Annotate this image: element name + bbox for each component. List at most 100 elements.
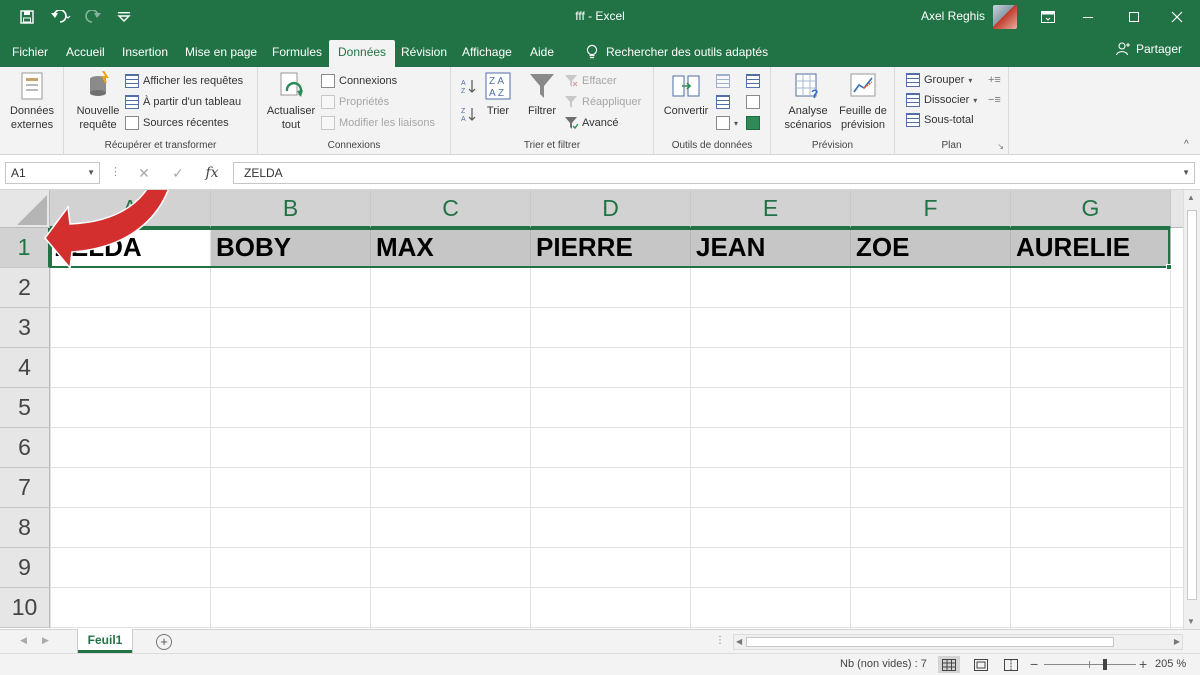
row-header[interactable]: 3 [0, 308, 50, 348]
page-break-view-button[interactable] [1000, 656, 1022, 673]
column-header-c[interactable]: C [371, 190, 531, 228]
column-header-b[interactable]: B [211, 190, 371, 228]
group-button[interactable]: Grouper ▾ [906, 71, 972, 89]
flash-fill-icon[interactable] [716, 72, 730, 90]
save-icon[interactable] [14, 5, 40, 29]
column-header-h[interactable] [1171, 190, 1183, 228]
close-icon[interactable] [1154, 0, 1200, 34]
sheet-tab-feuil1[interactable]: Feuil1 [78, 629, 132, 653]
relationships-icon[interactable] [746, 93, 760, 111]
confirm-formula-icon[interactable]: ✓ [164, 162, 192, 184]
column-header-d[interactable]: D [531, 190, 691, 228]
prev-sheet-icon[interactable]: ◀ [20, 635, 27, 646]
add-sheet-icon[interactable]: + [156, 634, 172, 650]
row-header[interactable]: 1 [0, 228, 50, 268]
connections-button[interactable]: Connexions [321, 72, 397, 90]
tab-split-handle-icon[interactable]: ⋮ [715, 635, 725, 646]
insert-function-icon[interactable]: fx [198, 162, 226, 184]
tab-revision[interactable]: Révision [392, 40, 456, 67]
tab-donnees[interactable]: Données [329, 40, 396, 67]
from-table-button[interactable]: À partir d'un tableau [125, 93, 241, 111]
edit-links-button[interactable]: Modifier les liaisons [321, 114, 435, 132]
row-header[interactable]: 4 [0, 348, 50, 388]
reapply-button[interactable]: Réappliquer [564, 93, 641, 111]
outline-dialog-launcher-icon[interactable]: ↘ [997, 142, 1004, 151]
refresh-all-button[interactable]: Actualiser tout [264, 71, 318, 132]
external-data-button[interactable]: Données externes [6, 71, 58, 132]
row-header[interactable]: 7 [0, 468, 50, 508]
fill-handle[interactable] [1166, 264, 1172, 270]
advanced-filter-button[interactable]: Avancé [564, 114, 619, 132]
row-header[interactable]: 5 [0, 388, 50, 428]
text-to-columns-button[interactable]: Convertir [662, 71, 710, 118]
column-header-g[interactable]: G [1011, 190, 1171, 228]
row-header[interactable]: 2 [0, 268, 50, 308]
data-validation-icon[interactable]: ▾ [716, 114, 738, 132]
share-button[interactable]: Partager [1115, 42, 1182, 56]
expand-formula-bar-icon[interactable]: ▼ [1182, 163, 1190, 183]
scroll-right-icon[interactable]: ▶ [1174, 637, 1180, 646]
tab-mise-en-page[interactable]: Mise en page [176, 40, 266, 67]
minimize-icon[interactable] [1065, 0, 1111, 34]
page-layout-view-button[interactable] [970, 656, 992, 673]
empty-cells[interactable] [50, 268, 1183, 629]
zoom-in-icon[interactable]: + [1139, 656, 1147, 672]
forecast-sheet-button[interactable]: Feuille de prévision [835, 71, 891, 132]
tab-insertion[interactable]: Insertion [113, 40, 177, 67]
scroll-down-icon[interactable]: ▼ [1187, 617, 1195, 626]
show-queries-button[interactable]: Afficher les requêtes [125, 72, 243, 90]
maximize-icon[interactable] [1111, 0, 1157, 34]
cell-d1[interactable]: PIERRE [531, 228, 691, 268]
tab-accueil[interactable]: Accueil [57, 40, 114, 67]
vertical-scrollbar[interactable]: ▲ ▼ [1183, 190, 1200, 629]
new-query-button[interactable]: Nouvelle requête [72, 71, 124, 132]
avatar[interactable] [993, 5, 1017, 29]
horizontal-scroll-thumb[interactable] [746, 637, 1114, 647]
normal-view-button[interactable] [938, 656, 960, 673]
hide-detail-icon[interactable]: −≡ [988, 91, 1001, 109]
tab-formules[interactable]: Formules [263, 40, 331, 67]
cell-f1[interactable]: ZOE [851, 228, 1011, 268]
column-header-f[interactable]: F [851, 190, 1011, 228]
user-name[interactable]: Axel Reghis [921, 9, 985, 23]
next-sheet-icon[interactable]: ▶ [42, 635, 49, 646]
what-if-analysis-button[interactable]: ? Analyse scénarios [777, 71, 839, 132]
row-header[interactable]: 8 [0, 508, 50, 548]
formula-input[interactable]: ZELDA ▼ [233, 162, 1195, 184]
show-detail-icon[interactable]: +≡ [988, 71, 1001, 89]
zoom-slider[interactable] [1044, 664, 1136, 665]
row-header[interactable]: 10 [0, 588, 50, 628]
horizontal-scrollbar[interactable]: ◀ ▶ [733, 634, 1183, 650]
scroll-up-icon[interactable]: ▲ [1187, 193, 1195, 202]
clear-filter-button[interactable]: Effacer [564, 72, 617, 90]
cell-c1[interactable]: MAX [371, 228, 531, 268]
subtotal-button[interactable]: Sous-total [906, 111, 974, 129]
tab-affichage[interactable]: Affichage [453, 40, 521, 67]
cell-b1[interactable]: BOBY [211, 228, 371, 268]
row-header[interactable]: 6 [0, 428, 50, 468]
remove-duplicates-icon[interactable] [716, 93, 730, 111]
scroll-left-icon[interactable]: ◀ [736, 637, 742, 646]
consolidate-icon[interactable] [746, 72, 760, 90]
name-box[interactable]: A1 ▼ [5, 162, 100, 184]
name-box-dropdown-icon[interactable]: ▼ [87, 163, 95, 183]
tab-fichier[interactable]: Fichier [3, 40, 57, 67]
filter-button[interactable]: Filtrer [525, 71, 559, 118]
zoom-level[interactable]: 205 % [1155, 658, 1186, 670]
collapse-ribbon-icon[interactable]: ^ [1184, 139, 1189, 150]
recent-sources-button[interactable]: Sources récentes [125, 114, 229, 132]
zoom-slider-knob[interactable] [1103, 659, 1107, 670]
ungroup-button[interactable]: Dissocier ▾ [906, 91, 977, 109]
cell-g1[interactable]: AURELIE [1011, 228, 1171, 268]
row-header[interactable]: 9 [0, 548, 50, 588]
cancel-formula-icon[interactable]: ✕ [130, 162, 158, 184]
column-header-a[interactable]: A [50, 190, 211, 228]
redo-icon[interactable] [80, 5, 110, 29]
cell-e1[interactable]: JEAN [691, 228, 851, 268]
tell-me-search[interactable]: Rechercher des outils adaptés [586, 40, 768, 64]
sort-button[interactable]: Z AA Z Trier [483, 71, 513, 118]
sort-az-icon[interactable]: AZ [461, 77, 477, 95]
vertical-scroll-thumb[interactable] [1187, 210, 1197, 600]
customize-toolbar-icon[interactable] [113, 5, 135, 29]
column-header-e[interactable]: E [691, 190, 851, 228]
